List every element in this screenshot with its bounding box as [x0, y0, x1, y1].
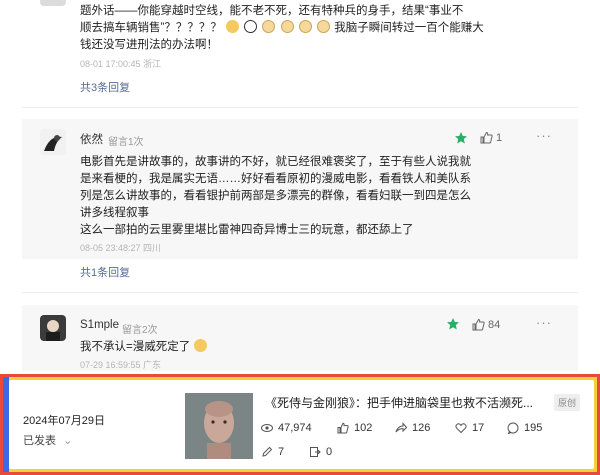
cat-emoji-icon: [262, 20, 276, 33]
view-replies-link[interactable]: 共1条回复: [80, 264, 130, 280]
comment-text-line: 题外话——你能穿越时空线，能不老不死，还有特种兵的身手，结果“事业不: [80, 5, 464, 17]
likes-stat: 102: [337, 422, 372, 434]
eye-icon: [261, 424, 273, 432]
comment-text-segment: 顺去搞车辆销售”？？？？？: [80, 22, 222, 34]
like-count: 84: [488, 318, 501, 331]
publish-status-dropdown[interactable]: 已发表 ⌄: [23, 432, 72, 448]
likes-count: 102: [354, 422, 373, 434]
reposts-count: 0: [326, 446, 333, 458]
thumbs-up-icon: [480, 131, 493, 144]
publish-date: 2024年07月29日: [23, 415, 105, 427]
comments-stat: 195: [507, 422, 542, 434]
avatar[interactable]: [40, 315, 66, 341]
more-options-icon[interactable]: ···: [536, 315, 552, 330]
divider: [22, 292, 578, 293]
chevron-down-icon: ⌄: [63, 435, 73, 447]
repost-icon: [310, 447, 321, 457]
shares-count: 126: [412, 422, 431, 434]
comment-text-segment: 我脑子瞬间转过一百个能赚大: [334, 22, 484, 34]
heart-icon: [455, 423, 467, 434]
star-icon[interactable]: [454, 131, 468, 145]
cat-emoji-icon: [280, 20, 294, 33]
cat-emoji-icon: [317, 20, 331, 33]
article-title[interactable]: 《死侍与金刚狼》：把手伸进脑袋里也救不活濒死...: [265, 394, 545, 411]
thumbs-up-icon: [472, 318, 485, 331]
grin-emoji-icon: [226, 20, 240, 33]
avatar[interactable]: [40, 129, 66, 155]
comment-text-line: 钱还没写进刑法的办法啊！: [80, 39, 218, 51]
comment-text-line: 电影首先是讲故事的，故事讲的不好，就已经很难褒奖了，至于有些人说我就: [80, 156, 471, 168]
article-summary-card[interactable]: 2024年07月29日 已发表 ⌄ 《死侍与金刚狼》：把手伸进脑袋里也救不活濒死…: [9, 380, 594, 469]
like-button[interactable]: 1: [480, 131, 502, 144]
views-count: 47,974: [278, 422, 312, 434]
shares-stat: 126: [395, 422, 430, 434]
comment-meta: 07-29 16:59:55 广东: [80, 360, 162, 370]
original-badge: 原创: [554, 394, 581, 411]
edits-stat: 7: [261, 446, 284, 458]
pen-icon: [262, 446, 273, 457]
view-replies-link[interactable]: 共3条回复: [80, 79, 130, 95]
reposts-stat: 0: [309, 446, 332, 458]
comment-text-line: 列是怎么讲故事的，看看银护前两部是多漂亮的群像，看看妇联一到四是怎么: [80, 190, 471, 202]
share-arrow-icon: [395, 422, 407, 433]
grin-emoji-icon: [194, 339, 208, 352]
comment-count-label: 留言2次: [122, 325, 158, 336]
divider: [22, 107, 578, 108]
more-options-icon[interactable]: ···: [536, 128, 552, 143]
article-thumbnail[interactable]: [185, 393, 253, 459]
commenter-name[interactable]: 依然: [80, 131, 103, 147]
thumbs-up-icon: [337, 422, 349, 434]
edits-count: 7: [278, 446, 285, 458]
cat-emoji-icon: [298, 20, 312, 33]
favorites-stat: 17: [455, 422, 484, 434]
star-icon[interactable]: [446, 317, 460, 331]
commenter-name[interactable]: S1mple: [80, 319, 119, 331]
comment-count-label: 留言1次: [108, 137, 144, 148]
favorites-count: 17: [472, 422, 485, 434]
like-button[interactable]: 84: [472, 318, 500, 331]
like-count: 1: [496, 131, 503, 144]
views-stat: 47,974: [261, 422, 312, 434]
comment-text-line: 是来看梗的，我是属实无语……好好看看原初的漫威电影，看看铁人和美队系: [80, 173, 471, 185]
comment-bubble-icon: [507, 422, 519, 434]
comment-meta: 08-01 17:00:45 浙江: [80, 59, 162, 69]
cow-emoji-icon: [244, 20, 258, 33]
comment-card: S1mple 留言2次 84 ··· 我不承认=漫威死定了 07-29 16:5…: [22, 305, 578, 371]
article-summary-panel: 2024年07月29日 已发表 ⌄ 《死侍与金刚狼》：把手伸进脑袋里也救不活濒死…: [0, 374, 600, 475]
comments-count: 195: [524, 422, 543, 434]
comment-meta: 08-05 23:48:27 四川: [80, 243, 162, 253]
comment-text-line: 讲多线程叙事: [80, 207, 149, 219]
comment-card: 依然 留言1次 1 ··· 电影首先是讲故事的，故事讲的不好，就已经很难褒奖了，…: [22, 119, 578, 259]
comment-text-line: 我不承认=漫威死定了: [80, 339, 520, 356]
publish-status-label: 已发表: [23, 435, 56, 447]
comment-text-segment: 我不承认=漫威死定了: [80, 341, 191, 353]
comment-text-line: 顺去搞车辆销售”？？？？？ 我脑子瞬间转过一百个能赚大: [80, 20, 520, 37]
avatar[interactable]: [40, 0, 66, 6]
comment-text-line: 这么一部拍的云里雾里堪比雷神四奇异博士三的玩意，都还舔上了: [80, 224, 414, 236]
